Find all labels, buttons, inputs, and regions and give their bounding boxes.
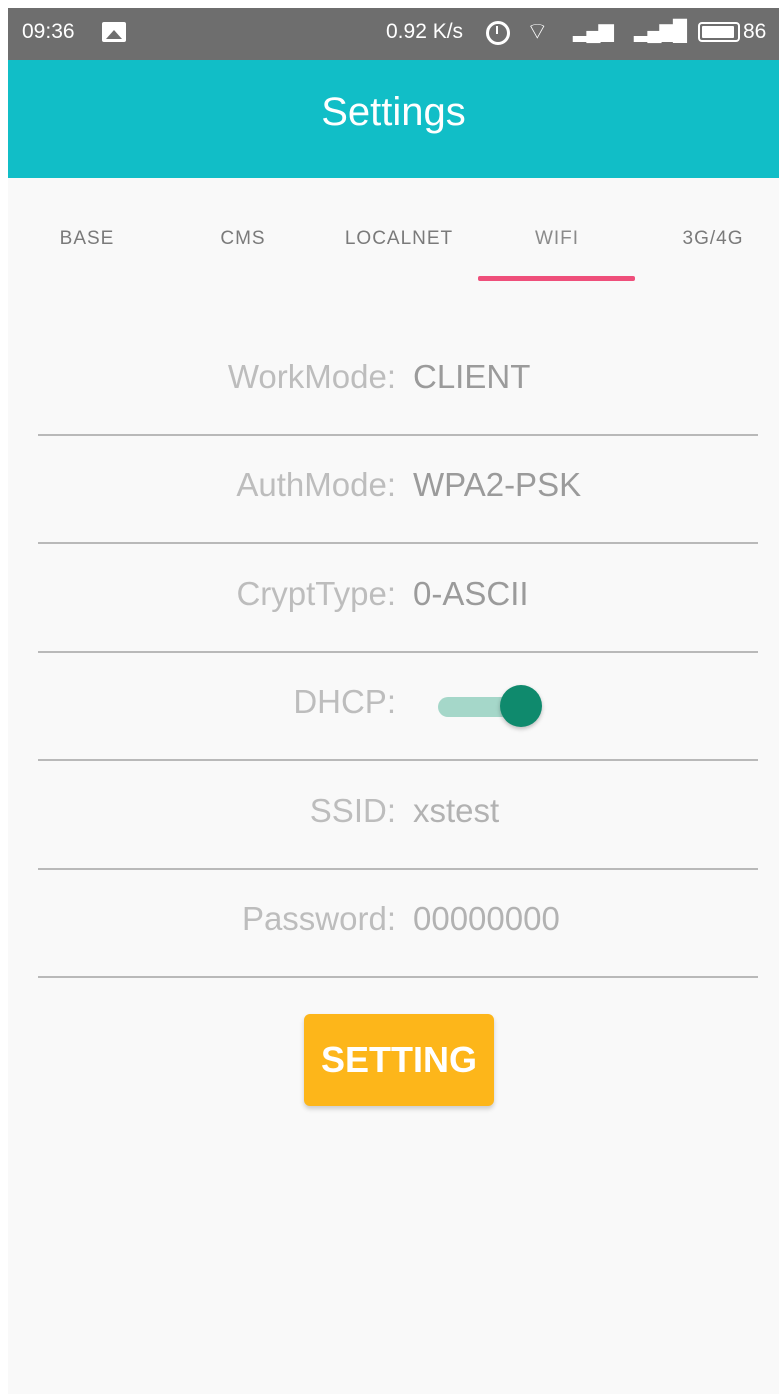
app-bar: Settings — [8, 60, 779, 178]
ssid-label: SSID: — [309, 792, 396, 829]
signal-icon: ▂▄▆ — [573, 20, 614, 42]
divider — [38, 542, 758, 544]
dhcp-label: DHCP: — [293, 683, 396, 720]
workmode-label: WorkMode: — [227, 358, 396, 395]
divider — [38, 759, 758, 761]
status-time: 09:36 — [22, 20, 75, 43]
tab-base[interactable]: BASE — [60, 228, 115, 250]
authmode-select[interactable]: WPA2-PSK — [413, 466, 581, 504]
crypttype-label: CryptType: — [236, 575, 396, 612]
image-icon — [102, 22, 126, 42]
network-speed: 0.92 K/s — [386, 20, 464, 43]
workmode-select[interactable]: CLIENT — [413, 358, 530, 396]
authmode-label: AuthMode: — [236, 466, 396, 503]
wifi-icon: ⌔ — [526, 18, 549, 45]
alarm-icon — [486, 21, 510, 45]
password-row: Password: 00000000 — [38, 870, 758, 978]
page-title: Settings — [321, 90, 466, 134]
crypttype-select[interactable]: 0-ASCII — [413, 575, 529, 613]
workmode-row[interactable]: WorkMode: CLIENT — [38, 328, 758, 436]
password-input[interactable]: 00000000 — [413, 900, 560, 938]
dhcp-toggle[interactable] — [438, 685, 542, 729]
status-bar: 09:36 0.92 K/s ⌔ ▂▄▆ ▂▄▆█ 86 — [8, 8, 779, 60]
tab-cms[interactable]: CMS — [220, 228, 265, 250]
divider — [38, 976, 758, 978]
crypttype-row[interactable]: CryptType: 0-ASCII — [38, 545, 758, 653]
ssid-input[interactable]: xstest — [413, 792, 499, 830]
dhcp-row: DHCP: — [38, 653, 758, 761]
app-screen: 09:36 0.92 K/s ⌔ ▂▄▆ ▂▄▆█ 86 Settings BA… — [8, 8, 779, 1394]
tab-3g4g[interactable]: 3G/4G — [683, 228, 744, 250]
authmode-row[interactable]: AuthMode: WPA2-PSK — [38, 436, 758, 544]
battery-icon — [698, 22, 740, 42]
toggle-thumb — [500, 685, 542, 727]
tab-localnet[interactable]: LOCALNET — [345, 228, 453, 250]
active-tab-indicator — [478, 276, 635, 281]
battery-percent: 86 — [743, 20, 767, 43]
password-label: Password: — [241, 900, 396, 937]
tab-bar: BASE CMS LOCALNET WIFI 3G/4G — [8, 178, 779, 288]
tab-wifi[interactable]: WIFI — [535, 228, 579, 250]
setting-button[interactable]: SETTING — [304, 1014, 494, 1106]
ssid-row: SSID: xstest — [38, 762, 758, 870]
signal-icon: ▂▄▆█ — [634, 20, 687, 42]
